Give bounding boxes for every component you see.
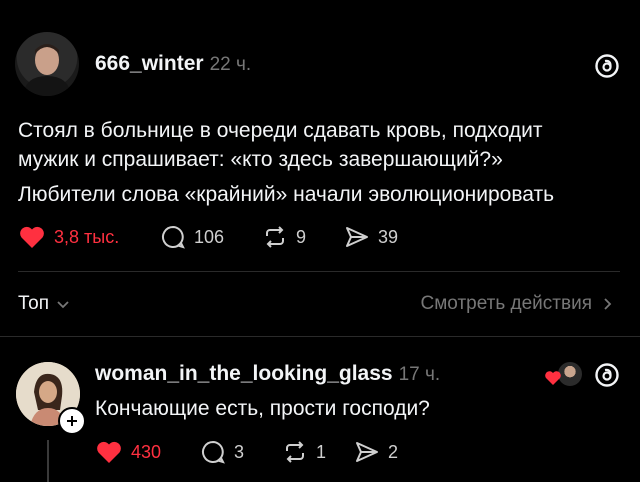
share-count: 2: [388, 441, 399, 462]
post-text-line: Любители слова «крайний» начали эволюцио…: [18, 183, 555, 206]
like-count: 430: [131, 441, 162, 462]
repost-icon: [286, 441, 304, 463]
sort-dropdown[interactable]: Топ: [18, 293, 71, 315]
threads-logo-icon[interactable]: [594, 53, 620, 84]
comment-icon: [162, 225, 185, 249]
like-button[interactable]: 3,8 тыс.: [18, 224, 160, 250]
repost-icon: [266, 226, 284, 248]
repost-button[interactable]: 9: [262, 224, 344, 250]
post-author-avatar[interactable]: [15, 32, 79, 96]
share-icon: [356, 442, 378, 462]
heart-icon: [20, 226, 44, 248]
chevron-right-icon: [604, 298, 612, 310]
comment-button[interactable]: 3: [200, 439, 282, 465]
author-liked-indicator: [544, 360, 584, 388]
repost-count: 9: [296, 226, 307, 247]
reply-username[interactable]: woman_in_the_looking_glass: [95, 362, 393, 386]
comment-button[interactable]: 106: [160, 224, 262, 250]
heart-icon: [97, 441, 121, 463]
comment-count: 106: [194, 226, 225, 247]
divider: [18, 271, 620, 272]
divider: [0, 336, 640, 337]
chevron-down-icon: [57, 301, 69, 309]
comment-icon: [202, 440, 225, 464]
repost-button[interactable]: 1: [282, 439, 354, 465]
reply-actions: 430 3 1 2: [95, 439, 398, 465]
reply-header: woman_in_the_looking_glass 17 ч.: [95, 362, 440, 386]
post-username[interactable]: 666_winter: [95, 52, 204, 76]
thread-line: [47, 440, 49, 482]
like-button[interactable]: 430: [95, 439, 200, 465]
threads-logo-icon[interactable]: [594, 362, 620, 393]
heart-icon: [545, 371, 561, 385]
reply-time: 17 ч.: [398, 364, 441, 385]
avatar-photo: [23, 44, 71, 96]
share-button[interactable]: 2: [354, 439, 398, 465]
repost-count: 1: [316, 441, 327, 462]
reply-text: Кончающие есть, прости господи?: [95, 397, 430, 420]
share-icon: [346, 227, 368, 247]
view-activity-label: Смотреть действия: [420, 293, 592, 314]
follow-plus-icon[interactable]: [58, 407, 86, 435]
sort-label: Топ: [18, 293, 49, 314]
post-time: 22 ч.: [209, 54, 252, 75]
comment-count: 3: [234, 441, 245, 462]
share-button[interactable]: 39: [344, 224, 398, 250]
share-count: 39: [378, 226, 399, 247]
like-count: 3,8 тыс.: [54, 226, 120, 247]
post-text-line: Стоял в больнице в очереди сдавать кровь…: [18, 119, 543, 142]
post-header: 666_winter 22 ч.: [95, 52, 251, 76]
post-actions: 3,8 тыс. 106 9 39: [18, 224, 398, 250]
post-text: Стоял в больнице в очереди сдавать кровь…: [18, 116, 628, 209]
view-activity-link[interactable]: Смотреть действия: [421, 293, 614, 315]
post-text-line: мужик и спрашивает: «кто здесь завершающ…: [18, 148, 503, 171]
